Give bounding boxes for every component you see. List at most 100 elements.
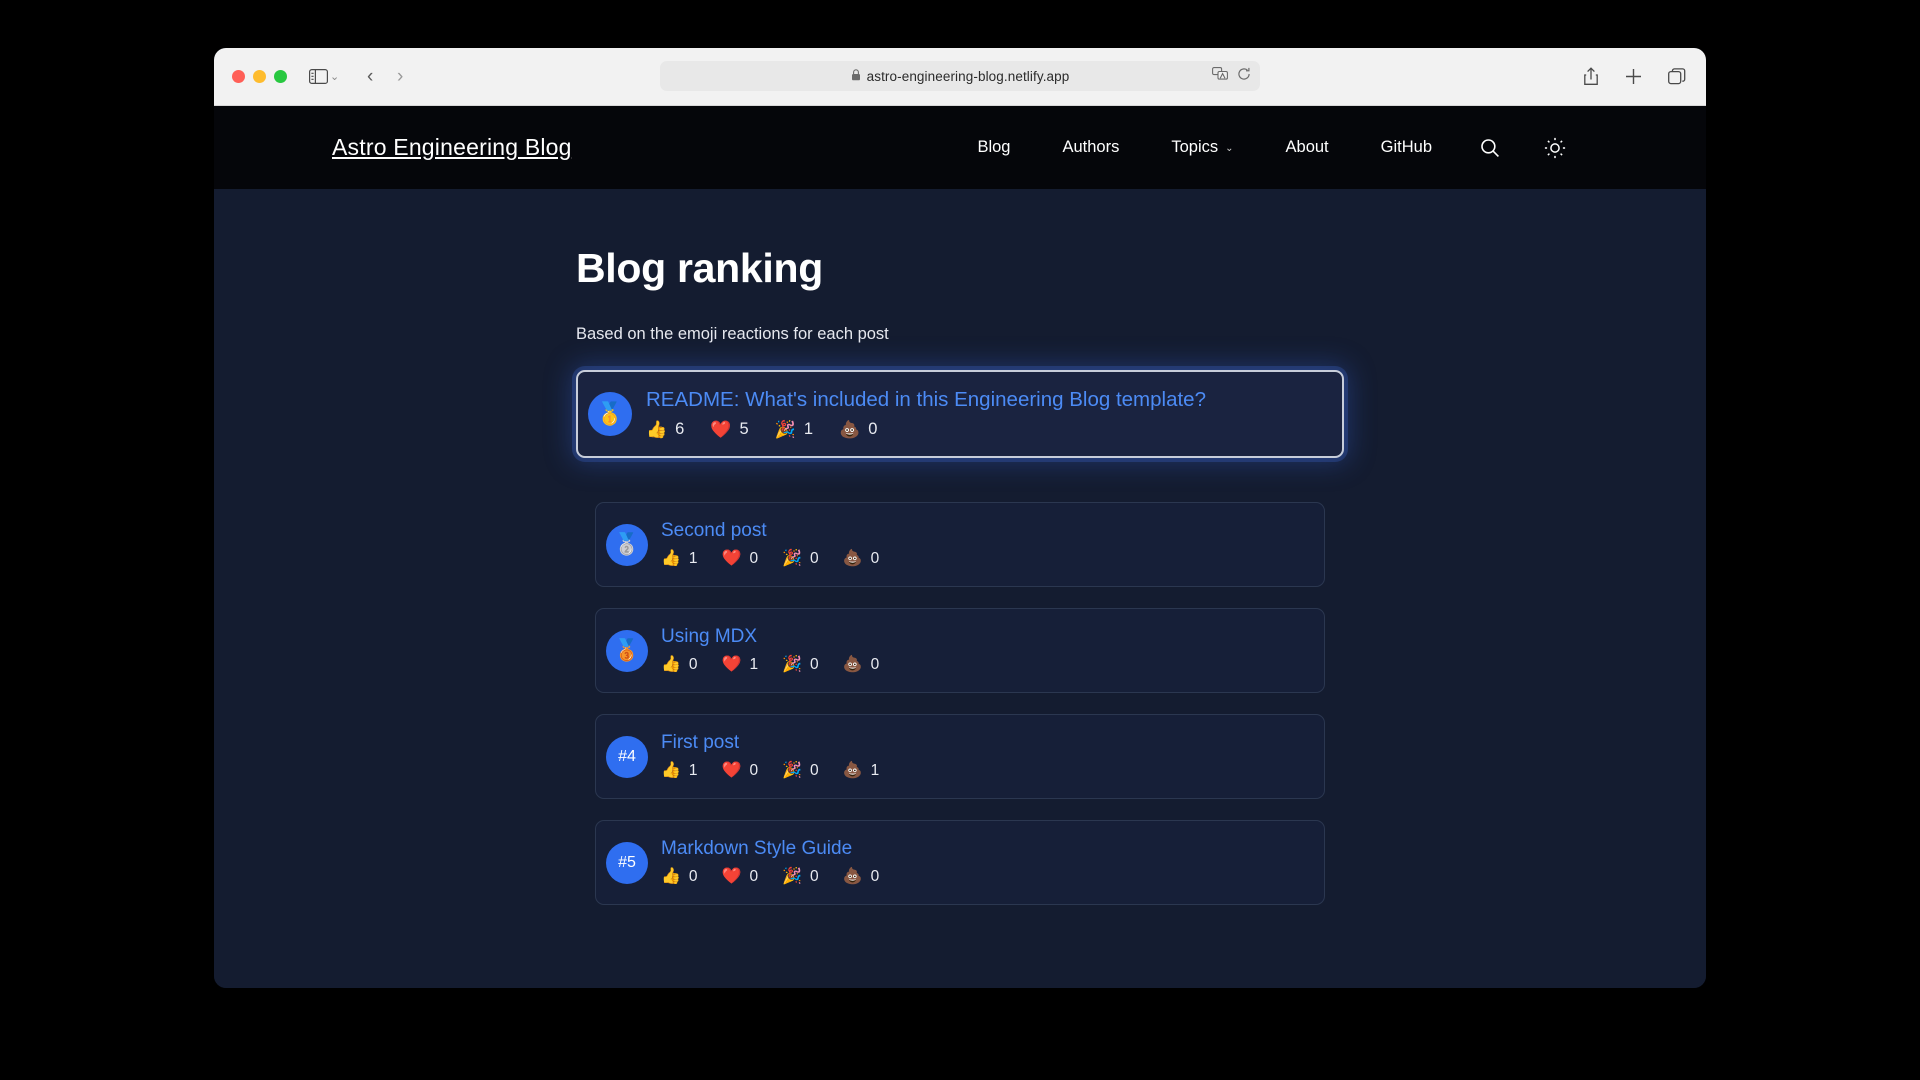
thumbsup-icon: 👍	[646, 420, 668, 440]
party-reaction: 🎉 1	[775, 420, 813, 439]
thumbsup-icon: 👍	[661, 656, 681, 674]
back-arrow-icon[interactable]: ‹	[355, 66, 385, 88]
ranking-card[interactable]: 🥉 Using MDX 👍 0 ❤️ 1 🎉 0 💩 0	[595, 608, 1325, 693]
ranking-card[interactable]: 🥈 Second post 👍 1 ❤️ 0 🎉 0 💩 0	[595, 502, 1325, 587]
reaction-count: 0	[810, 656, 819, 674]
reactions-row: 👍 0 ❤️ 0 🎉 0 💩 0	[661, 868, 903, 886]
party-popper-icon: 🎉	[782, 656, 803, 674]
reactions-row: 👍 1 ❤️ 0 🎉 0	[661, 550, 903, 568]
reactions-row: 👍 1 ❤️ 0 🎉 0	[661, 762, 903, 780]
nav-label: Blog	[977, 138, 1011, 156]
thumbsup-reaction: 👍 0	[661, 868, 698, 886]
card-body: Second post 👍 1 ❤️ 0 🎉 0 💩 0	[661, 520, 903, 569]
thumbsup-reaction: 👍 6	[646, 420, 684, 439]
forward-arrow-icon[interactable]: ›	[385, 66, 415, 88]
browser-toolbar: ⌄ ‹ › astro-engineering-blog.netlify.app	[214, 48, 1706, 106]
sidebar-chevron-down-icon[interactable]: ⌄	[330, 70, 339, 83]
maximize-window-button[interactable]	[274, 70, 287, 83]
reaction-count: 0	[749, 868, 759, 886]
party-reaction: 🎉 0	[782, 656, 819, 674]
tab-overview-icon[interactable]	[1668, 68, 1686, 85]
toolbar-actions	[1583, 48, 1686, 105]
rank-badge-number-5: #5	[606, 841, 648, 884]
main-content: Blog ranking Based on the emoji reaction…	[214, 189, 1706, 905]
thumbsup-icon: 👍	[661, 550, 681, 568]
card-body: Using MDX 👍 0 ❤️ 1 🎉 0 💩 0	[661, 626, 903, 675]
heart-reaction: ❤️ 0	[722, 550, 759, 568]
party-reaction: 🎉 0	[782, 868, 819, 886]
thumbsup-reaction: 👍 1	[661, 550, 698, 568]
reactions-row: 👍 6 ❤️ 5 🎉 1 💩 0	[646, 420, 1206, 439]
page-title: Blog ranking	[576, 245, 823, 291]
nav-item-blog[interactable]: Blog	[951, 138, 1036, 157]
site-header: Astro Engineering Blog Blog Authors Topi…	[214, 106, 1706, 189]
post-title-link[interactable]: First post	[661, 732, 903, 754]
translate-icon[interactable]	[1212, 67, 1228, 85]
reaction-count: 0	[810, 550, 819, 568]
party-popper-icon: 🎉	[782, 762, 803, 780]
post-title-link[interactable]: Using MDX	[661, 626, 903, 648]
nav-label: GitHub	[1380, 138, 1432, 156]
rank-badge-medal-silver: 🥈	[606, 523, 648, 566]
reaction-count: 1	[749, 656, 759, 674]
poop-icon: 💩	[842, 656, 863, 674]
url-text: astro-engineering-blog.netlify.app	[866, 68, 1070, 84]
ranking-card[interactable]: #5 Markdown Style Guide 👍 0 ❤️ 0 🎉 0 💩 0	[595, 820, 1325, 905]
reaction-count: 1	[688, 762, 698, 780]
content-wrapper: Blog ranking Based on the emoji reaction…	[576, 245, 1344, 344]
page-subtitle: Based on the emoji reactions for each po…	[576, 325, 889, 343]
search-icon[interactable]	[1458, 138, 1522, 158]
nav-item-authors[interactable]: Authors	[1036, 138, 1145, 157]
reload-icon[interactable]	[1237, 67, 1251, 86]
heart-icon: ❤️	[721, 656, 742, 674]
ranking-card[interactable]: #4 First post 👍 1 ❤️ 0 🎉 0 💩 1	[595, 714, 1325, 799]
party-popper-icon: 🎉	[774, 420, 796, 440]
thumbsup-reaction: 👍 1	[661, 762, 698, 780]
post-title-link[interactable]: Markdown Style Guide	[661, 838, 903, 860]
nav-label: Topics	[1171, 138, 1219, 156]
reaction-count: 0	[870, 656, 880, 674]
reaction-count: 5	[739, 420, 749, 439]
reaction-count: 1	[688, 550, 698, 568]
poop-reaction: 💩 1	[843, 762, 880, 780]
sidebar-toggle-icon[interactable]	[309, 69, 328, 84]
rank-badge-medal-bronze: 🥉	[606, 629, 648, 672]
site-brand-link[interactable]: Astro Engineering Blog	[332, 134, 572, 161]
nav-item-about[interactable]: About	[1260, 138, 1355, 157]
close-window-button[interactable]	[232, 70, 245, 83]
reaction-count: 0	[870, 868, 880, 886]
heart-icon: ❤️	[710, 420, 732, 440]
post-title-link[interactable]: Second post	[661, 520, 903, 542]
reaction-count: 0	[810, 868, 819, 886]
reaction-count: 1	[870, 762, 880, 780]
lock-icon	[851, 68, 861, 84]
ranking-card[interactable]: 🥇 README: What's included in this Engine…	[576, 370, 1344, 458]
heart-icon: ❤️	[721, 868, 742, 886]
minimize-window-button[interactable]	[253, 70, 266, 83]
reaction-count: 0	[749, 550, 759, 568]
address-bar[interactable]: astro-engineering-blog.netlify.app	[660, 61, 1260, 91]
nav-item-github[interactable]: GitHub	[1355, 138, 1458, 157]
poop-icon: 💩	[839, 420, 861, 440]
reaction-count: 1	[803, 420, 814, 439]
sun-icon[interactable]	[1522, 137, 1588, 159]
share-icon[interactable]	[1583, 67, 1599, 86]
poop-reaction: 💩 0	[843, 868, 880, 886]
browser-window: ⌄ ‹ › astro-engineering-blog.netlify.app	[214, 48, 1706, 988]
party-reaction: 🎉 0	[782, 762, 819, 780]
heart-icon: ❤️	[721, 550, 742, 568]
reaction-count: 0	[688, 656, 698, 674]
nav-item-topics[interactable]: Topics ⌄	[1145, 138, 1259, 157]
window-controls	[232, 70, 287, 83]
post-title-link[interactable]: README: What's included in this Engineer…	[646, 388, 1206, 412]
poop-icon: 💩	[842, 762, 863, 780]
reaction-count: 6	[675, 420, 685, 439]
heart-reaction: ❤️ 1	[722, 656, 759, 674]
new-tab-plus-icon[interactable]	[1625, 68, 1642, 85]
reaction-count: 0	[749, 762, 759, 780]
reactions-row: 👍 0 ❤️ 1 🎉 0 💩 0	[661, 656, 903, 674]
poop-reaction: 💩 0	[843, 550, 880, 568]
party-reaction: 🎉 0	[782, 550, 819, 568]
reaction-count: 0	[868, 420, 878, 439]
page-viewport: Astro Engineering Blog Blog Authors Topi…	[214, 106, 1706, 988]
